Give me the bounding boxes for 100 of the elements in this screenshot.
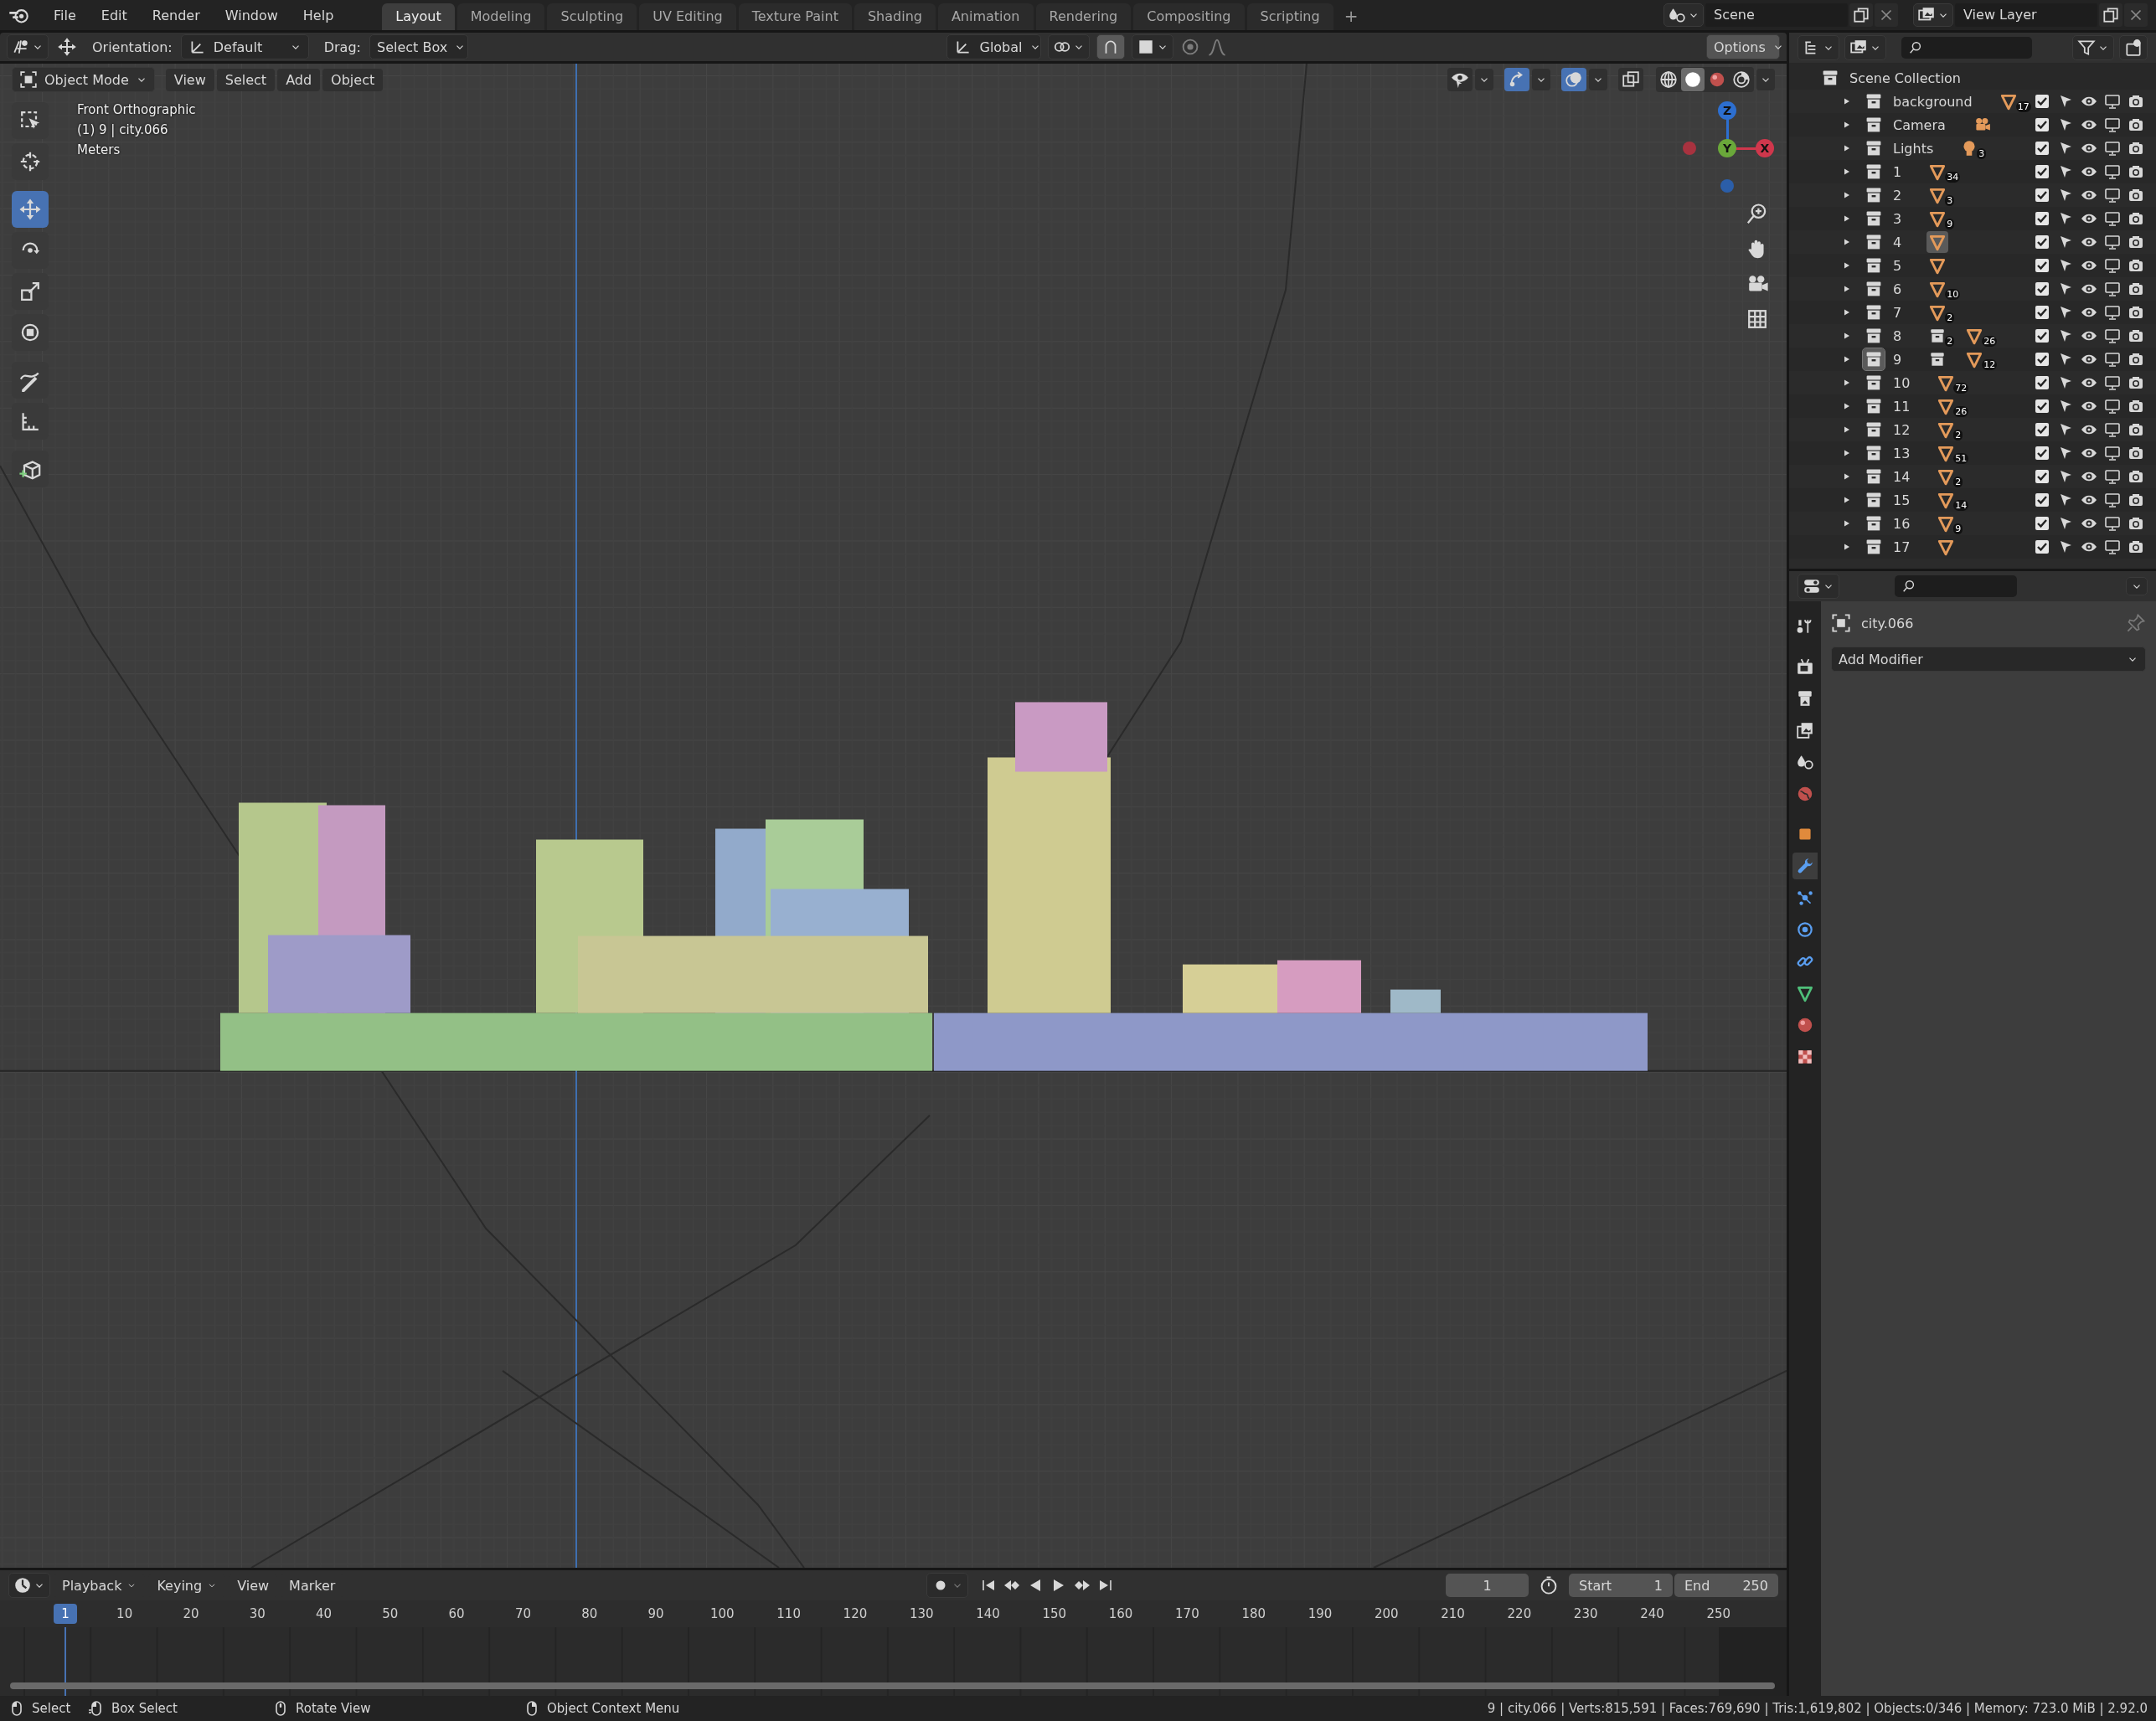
camera-icon[interactable] (2128, 351, 2144, 368)
checkbox[interactable] (2034, 304, 2050, 321)
camera-icon[interactable] (2128, 93, 2144, 110)
outliner-row[interactable]: 5 (1789, 254, 2156, 277)
mesh-icon[interactable] (1937, 374, 1956, 392)
monitor-icon[interactable] (2104, 257, 2121, 274)
camera-icon[interactable] (2128, 327, 2144, 344)
gizmo-toggle[interactable] (1504, 68, 1529, 91)
workspace-tab[interactable]: Modeling (456, 3, 545, 30)
monitor-icon[interactable] (2104, 234, 2121, 250)
camera-icon[interactable] (2128, 304, 2144, 321)
record-button[interactable] (926, 1573, 969, 1598)
outliner-row[interactable]: 7 2 (1789, 301, 2156, 324)
workspace-tab[interactable]: UV Editing (639, 3, 736, 30)
workspace-tab[interactable]: Layout (382, 3, 455, 30)
expand-arrow-icon[interactable] (1843, 379, 1851, 387)
expand-arrow-icon[interactable] (1843, 496, 1851, 504)
collection-name[interactable]: Scene Collection (1849, 70, 1961, 86)
checkbox[interactable] (2034, 327, 2050, 344)
checkbox[interactable] (2034, 234, 2050, 250)
mesh-icon[interactable] (1999, 92, 2018, 111)
monitor-icon[interactable] (2104, 140, 2121, 157)
drag-dropdown[interactable]: Select Box (369, 34, 468, 59)
monitor-icon[interactable] (2104, 304, 2121, 321)
camera-icon[interactable] (2128, 116, 2144, 133)
mesh-icon[interactable] (1937, 420, 1956, 439)
checkbox[interactable] (2034, 116, 2050, 133)
transform-gizmo-icon[interactable] (57, 37, 77, 57)
dropdown-button[interactable] (2126, 577, 2148, 595)
monitor-icon[interactable] (2104, 445, 2121, 461)
camera-icon[interactable] (2128, 281, 2144, 297)
snap-button[interactable] (1096, 34, 1126, 59)
monitor-icon[interactable] (2104, 281, 2121, 297)
mesh-icon[interactable] (1965, 350, 1984, 368)
search-field[interactable] (1895, 575, 2017, 597)
transform-orientation-dropdown[interactable]: Global (946, 34, 1042, 59)
visibility-toggle[interactable] (1447, 68, 1473, 91)
monitor-icon[interactable] (2104, 351, 2121, 368)
menu-item[interactable]: Edit (90, 3, 137, 27)
outliner-row[interactable]: Camera (1789, 113, 2156, 137)
checkbox[interactable] (2034, 140, 2050, 157)
outliner-row[interactable]: 1 34 (1789, 160, 2156, 183)
stopwatch-icon[interactable] (1539, 1575, 1559, 1595)
orientation-dropdown[interactable]: Default (180, 34, 309, 59)
search-field[interactable] (1901, 37, 2032, 59)
dropdown-button[interactable] (1589, 69, 1607, 90)
mesh-icon[interactable] (1937, 397, 1956, 415)
workspace-tab[interactable]: Sculpting (547, 3, 637, 30)
mesh-icon[interactable] (1928, 186, 1947, 204)
checkbox[interactable] (2034, 538, 2050, 555)
camera-icon[interactable] (2128, 163, 2144, 180)
camera-icon[interactable] (2128, 210, 2144, 227)
workspace-tab[interactable]: Rendering (1035, 3, 1132, 30)
xray-toggle[interactable] (1618, 68, 1643, 91)
checkbox[interactable] (2034, 210, 2050, 227)
expand-arrow-icon[interactable] (1843, 543, 1851, 551)
outliner-row[interactable]: 11 26 (1789, 394, 2156, 418)
pin-icon[interactable] (2126, 613, 2146, 633)
filter-button[interactable] (2072, 35, 2114, 60)
start-frame-field[interactable]: Start 1 (1569, 1574, 1673, 1597)
copy-icon[interactable] (1849, 3, 1873, 27)
menu-item[interactable]: Add (277, 68, 321, 91)
expand-arrow-icon[interactable] (1843, 449, 1851, 457)
camera-icon[interactable] (2128, 515, 2144, 532)
camera-icon[interactable] (2128, 234, 2144, 250)
checkbox[interactable] (2034, 374, 2050, 391)
editor-type-button[interactable] (7, 34, 49, 59)
monitor-icon[interactable] (2104, 187, 2121, 204)
monitor-icon[interactable] (2104, 327, 2121, 344)
checkbox[interactable] (2034, 445, 2050, 461)
checkbox[interactable] (2034, 492, 2050, 508)
outliner-row[interactable]: 13 51 (1789, 441, 2156, 465)
expand-arrow-icon[interactable] (1843, 261, 1851, 270)
camera-icon[interactable] (2128, 492, 2144, 508)
menu-item[interactable]: Object (322, 68, 384, 91)
expand-arrow-icon[interactable] (1843, 167, 1851, 176)
workspace-tab[interactable]: Shading (854, 3, 936, 30)
monitor-icon[interactable] (2104, 163, 2121, 180)
menu-item[interactable]: Select (216, 68, 276, 91)
checkbox[interactable] (2034, 163, 2050, 180)
expand-arrow-icon[interactable] (1843, 191, 1851, 199)
add-modifier-dropdown[interactable]: Add Modifier (1831, 647, 2146, 672)
monitor-icon[interactable] (2104, 398, 2121, 415)
mesh-icon[interactable] (1937, 514, 1956, 533)
mesh-icon[interactable] (1928, 209, 1947, 228)
camera-icon[interactable] (2128, 538, 2144, 555)
mesh-icon[interactable] (1928, 303, 1947, 322)
camera-icon[interactable] (2128, 140, 2144, 157)
expand-arrow-icon[interactable] (1843, 144, 1851, 152)
outliner-row[interactable]: 15 14 (1789, 488, 2156, 512)
end-frame-field[interactable]: End 250 (1674, 1574, 1778, 1597)
expand-arrow-icon[interactable] (1843, 472, 1851, 481)
expand-arrow-icon[interactable] (1843, 285, 1851, 293)
scene-browse-button[interactable] (1663, 3, 1704, 27)
checkbox[interactable] (2034, 257, 2050, 274)
wrench-tab[interactable] (1792, 853, 1818, 879)
camera-icon[interactable] (2128, 421, 2144, 438)
workspace-tab[interactable]: Texture Paint (738, 3, 852, 30)
camera-icon[interactable] (2128, 468, 2144, 485)
expand-arrow-icon[interactable] (1843, 402, 1851, 410)
